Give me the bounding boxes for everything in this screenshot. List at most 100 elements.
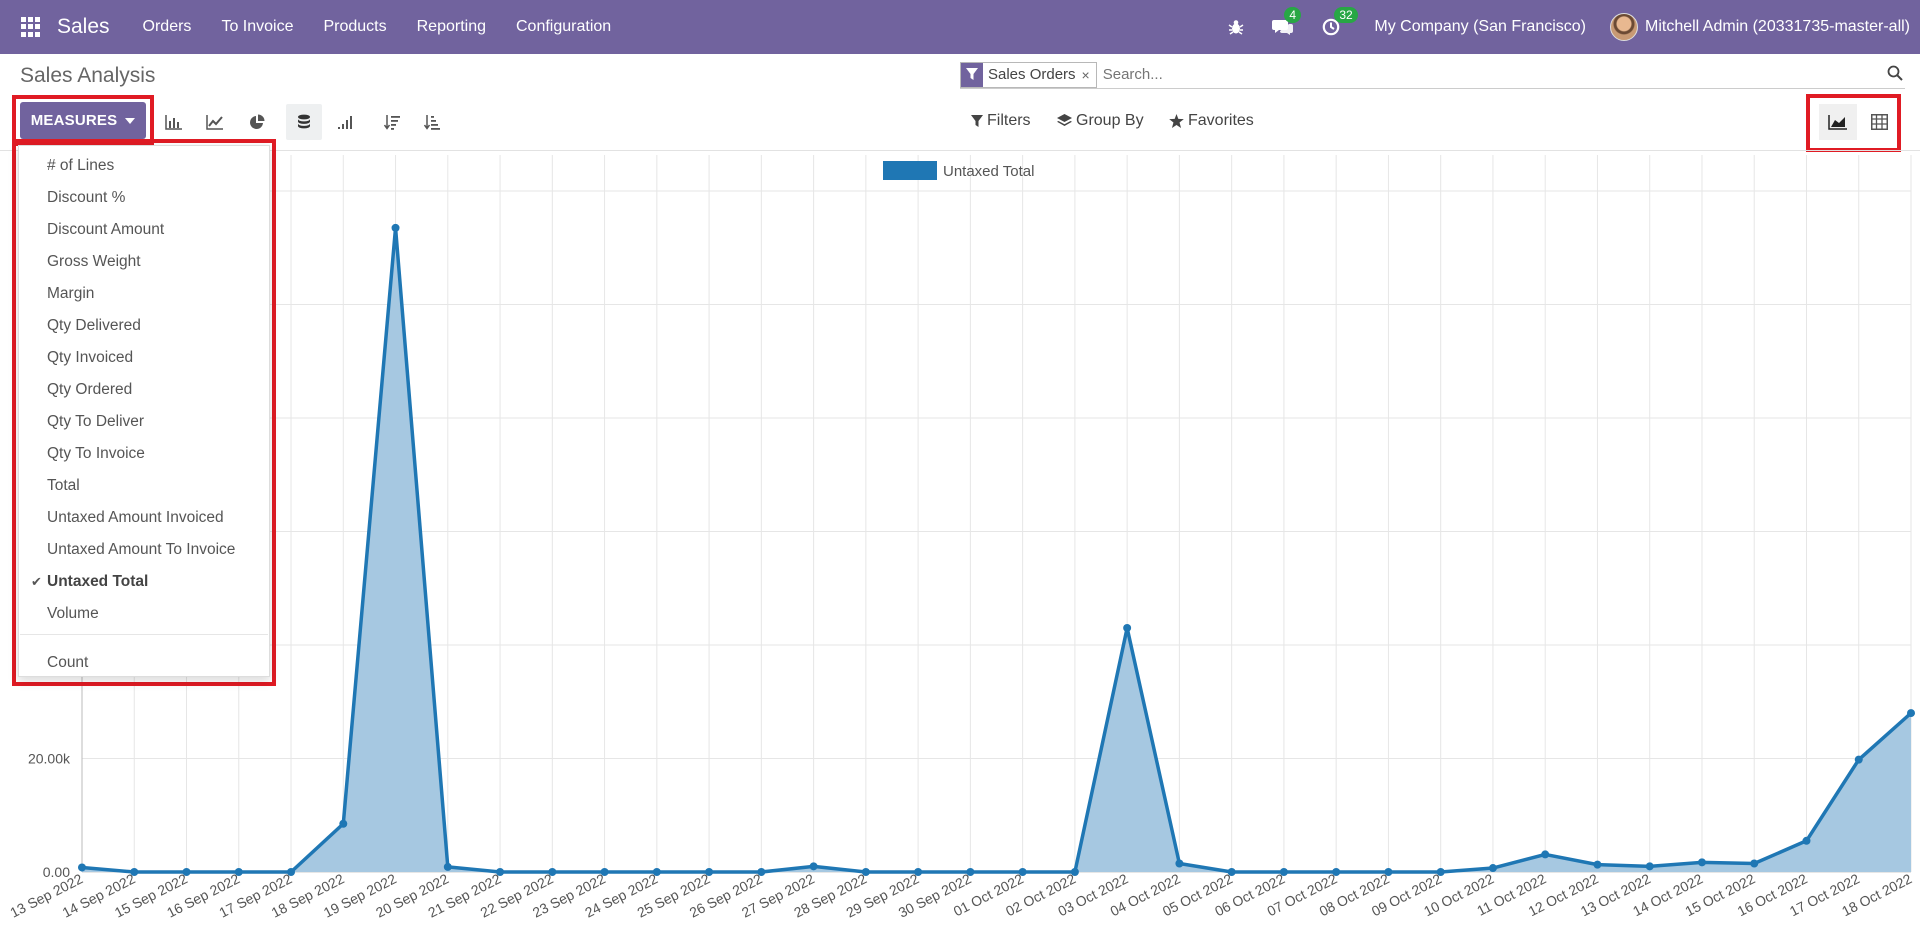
measure-item-label: Discount Amount [47,221,165,238]
activities-count-badge: 32 [1334,7,1358,23]
pie-chart-icon [250,114,265,129]
measure-item-margin[interactable]: Margin [19,278,269,310]
data-point[interactable] [1645,862,1654,871]
legend-label: Untaxed Total [943,163,1034,180]
data-point[interactable] [1802,836,1811,845]
page-title: Sales Analysis [20,64,156,87]
measure-item-qty-to-invoice[interactable]: Qty To Invoice [19,438,269,470]
measure-item-label: Total [47,477,80,494]
funnel-icon [971,114,983,127]
cumulative-bars-icon [338,116,352,129]
measure-item-discount[interactable]: Discount % [19,182,269,214]
search-facet: Sales Orders × [960,61,1097,88]
measure-item-label: Margin [47,285,95,302]
chart-area-layer [81,226,1913,874]
star-icon [1169,114,1184,128]
data-point[interactable] [78,863,86,872]
measure-item-discount-amount[interactable]: Discount Amount [19,214,269,246]
measure-item-untaxed-amount-invoiced[interactable]: Untaxed Amount Invoiced [19,502,269,534]
menu-reporting[interactable]: Reporting [402,18,501,36]
measure-count[interactable]: Count [19,647,269,679]
menu-to-invoice[interactable]: To Invoice [206,18,308,36]
measure-item-label: Qty To Deliver [47,413,145,430]
apps-menu-icon[interactable] [21,17,41,37]
data-point[interactable] [391,223,400,232]
sort-descending-icon [384,115,400,130]
measure-item-volume[interactable]: Volume [19,598,269,630]
search-icon[interactable] [1887,65,1903,86]
line-chart-icon [206,115,223,130]
data-point[interactable] [443,862,452,871]
app-brand[interactable]: Sales [57,15,110,39]
bar-chart-mode-button[interactable] [156,104,192,140]
sort-descending-button[interactable] [374,104,410,140]
pivot-view-button[interactable] [1860,104,1898,140]
messages-icon[interactable]: 4 [1272,7,1302,36]
data-point[interactable] [809,862,818,871]
data-point[interactable] [1907,709,1915,718]
favorites-label: Favorites [1188,112,1254,129]
measure-item-untaxed-total[interactable]: ✔ Untaxed Total [19,566,269,598]
data-point[interactable] [1123,623,1132,632]
chart-x-axis-labels: 13 Sep 202214 Sep 202215 Sep 202216 Sep … [7,870,1914,920]
bar-chart-icon [165,115,182,130]
measure-item-label: # of Lines [47,157,115,174]
menu-configuration[interactable]: Configuration [501,18,626,36]
y-tick-label: 20.00k [28,751,71,767]
user-avatar [1610,13,1638,41]
measure-item-label: Untaxed Amount To Invoice [47,541,236,558]
line-chart-mode-button[interactable] [197,104,233,140]
navbar-systray: 4 32 My Company (San Francisco) Mitchell… [1214,0,1920,54]
measure-item-label: Qty Delivered [47,317,141,334]
area-chart-icon [1828,115,1847,130]
measure-item-qty-delivered[interactable]: Qty Delivered [19,310,269,342]
measure-item-label: Gross Weight [47,253,141,270]
group-by-menu-button[interactable]: Group By [1057,112,1144,130]
company-switcher[interactable]: My Company (San Francisco) [1374,18,1586,36]
sort-ascending-icon [424,115,440,130]
measure-item-untaxed-amount-to-invoice[interactable]: Untaxed Amount To Invoice [19,534,269,566]
measure-item-gross-weight[interactable]: Gross Weight [19,246,269,278]
data-point[interactable] [1175,859,1184,868]
measure-item-total[interactable]: Total [19,470,269,502]
menu-orders[interactable]: Orders [128,18,207,36]
stacked-toggle-button[interactable] [286,104,322,140]
user-menu[interactable]: Mitchell Admin (20331735-master-all) [1610,13,1910,41]
graph-view-button[interactable] [1819,104,1857,140]
measure-item-label: Volume [47,605,99,622]
measures-label: MEASURES [30,112,118,129]
measures-dropdown-button[interactable]: MEASURES [20,102,146,139]
data-point[interactable] [1697,858,1706,867]
filter-funnel-icon [961,62,983,87]
search-input[interactable] [1102,66,1803,83]
measure-item-qty-to-deliver[interactable]: Qty To Deliver [19,406,269,438]
facet-remove-icon[interactable]: × [1082,67,1096,83]
cumulative-toggle-button[interactable] [327,104,363,140]
data-point[interactable] [339,819,348,828]
data-point[interactable] [1854,755,1863,764]
favorites-menu-button[interactable]: Favorites [1169,112,1254,130]
main-menu: Orders To Invoice Products Reporting Con… [128,18,627,36]
chart-legend[interactable]: Untaxed Total [883,161,1034,180]
facet-label: Sales Orders [988,66,1076,83]
data-point[interactable] [1593,860,1602,869]
measure-item-label: Untaxed Amount Invoiced [47,509,224,526]
pie-chart-mode-button[interactable] [239,104,275,140]
measure-item-qty-ordered[interactable]: Qty Ordered [19,374,269,406]
messages-count-badge: 4 [1284,7,1302,23]
measure-item-of-lines[interactable]: # of Lines [19,150,269,182]
filters-menu-button[interactable]: Filters [971,112,1031,130]
activities-clock-icon[interactable]: 32 [1322,7,1358,36]
chart-y-axis-labels: 0.00 20.00k [28,751,71,881]
data-point[interactable] [1488,864,1497,873]
data-point[interactable] [1541,850,1550,859]
measure-item-label: Qty Ordered [47,381,133,398]
menu-products[interactable]: Products [308,18,401,36]
data-point[interactable] [1750,859,1759,868]
debug-bug-icon[interactable] [1228,19,1244,35]
measure-item-qty-invoiced[interactable]: Qty Invoiced [19,342,269,374]
measure-item-label: Discount % [47,189,126,206]
sort-ascending-button[interactable] [414,104,450,140]
y-tick-label: 0.00 [43,864,70,880]
database-stack-icon [298,114,310,129]
